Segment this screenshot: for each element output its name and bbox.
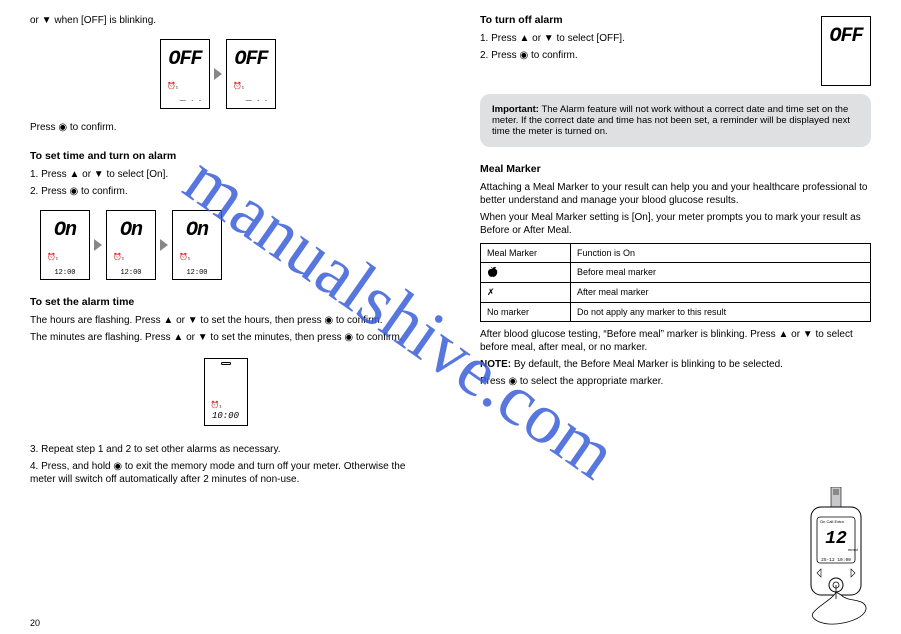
lcd-dots: — - - [246, 98, 269, 104]
step3-confirm: Press ◉ to confirm. [30, 121, 421, 134]
lcd-row-off: OFF ⏰₁ — - - OFF ⏰₁ — - - [160, 39, 421, 109]
lcd-off-2-value: OFF [231, 48, 271, 71]
lcd-on-3-time: 12:00 [173, 269, 221, 277]
tall-lcd: ⏰₁ 10:00 [204, 358, 248, 426]
alarm-time-step4: 4. Press, and hold ◉ to exit the memory … [30, 460, 421, 486]
page-right: To turn off alarm 1. Press ▲ or ▼ to sel… [450, 0, 901, 634]
important-callout: Important: The Alarm feature will not wo… [480, 94, 871, 147]
arrow-icon [214, 68, 222, 80]
note-body: By default, the Before Meal Marker is bl… [514, 359, 783, 370]
lcd-icon-group: ⏰₁ [113, 253, 124, 261]
set-time-on-step1: 1. Press ▲ or ▼ to select [On]. [30, 168, 421, 181]
lcd-on-1: On ⏰₁ 12:00 [40, 210, 90, 280]
alarm-time-step3: 3. Repeat step 1 and 2 to set other alar… [30, 443, 421, 456]
lcd-on-3-value: On [177, 219, 217, 242]
cell-r2c2: Before meal marker [571, 263, 871, 283]
lcd-on-2-time: 12:00 [107, 269, 155, 277]
cell-r2c1 [481, 263, 571, 283]
lcd-row-on: On ⏰₁ 12:00 On ⏰₁ 12:00 On ⏰₁ 12:00 [40, 210, 421, 280]
lcd-icon-group: ⏰₁ [233, 82, 244, 90]
meter-reading: 12 [825, 529, 847, 549]
cell-r3c2: After meal marker [571, 283, 871, 303]
lcd-icon-group: ⏰₁ [179, 253, 190, 261]
cell-r1c2: Function is On [571, 244, 871, 263]
arrow-icon [160, 239, 168, 251]
page-left: or ▼ when [OFF] is blinking. OFF ⏰₁ — - … [0, 0, 451, 634]
meter-datetime: 25-12 10:00 [821, 557, 851, 563]
page-number-left: 20 [30, 618, 40, 628]
turn-off-step1: 1. Press ▲ or ▼ to select [OFF]. [480, 32, 807, 45]
lcd-icon-group: ⏰₁ [211, 401, 222, 409]
cell-r3c1: ✗ [481, 283, 571, 303]
tall-lcd-wrap: ⏰₁ 10:00 [30, 358, 421, 429]
table-row: Meal Marker Function is On [481, 244, 871, 263]
table-row: No marker Do not apply any marker to thi… [481, 303, 871, 322]
meter-svg: On Call Extra 12 mmol 25-12 10:00 [793, 487, 879, 627]
lcd-on-2-value: On [111, 219, 151, 242]
lcd-on-1-value: On [45, 219, 85, 242]
table-row: ✗ After meal marker [481, 283, 871, 303]
alarm-time-p2: The minutes are flashing. Press ▲ or ▼ t… [30, 331, 421, 344]
lcd-on-2: On ⏰₁ 12:00 [106, 210, 156, 280]
cell-r4c1: No marker [481, 303, 571, 322]
set-time-on-step2: 2. Press ◉ to confirm. [30, 185, 421, 198]
note: NOTE: By default, the Before Meal Marker… [480, 358, 871, 371]
callout-heading: Important: [492, 104, 539, 115]
step1-text: or ▼ when [OFF] is blinking. [30, 14, 421, 27]
lcd-on-3: On ⏰₁ 12:00 [172, 210, 222, 280]
heading-set-alarm-time: To set the alarm time [30, 296, 421, 308]
meal-marker-p4: Press ◉ to select the appropriate marker… [480, 375, 871, 388]
hand-icon [812, 592, 866, 624]
note-heading: NOTE: [480, 359, 511, 370]
apple-icon [487, 267, 498, 277]
svg-text:mmol: mmol [848, 547, 858, 552]
meter-illustration: On Call Extra 12 mmol 25-12 10:00 [793, 487, 879, 630]
tall-lcd-time: 10:00 [205, 411, 247, 421]
meal-marker-table: Meal Marker Function is On Before meal m… [480, 243, 871, 322]
meter-brand: On Call Extra [820, 519, 845, 524]
callout-body: The Alarm feature will not work without … [492, 104, 850, 137]
heading-set-time-on: To set time and turn on alarm [30, 150, 421, 162]
heading-meal-marker: Meal Marker [480, 163, 871, 175]
alarm-time-p1: The hours are flashing. Press ▲ or ▼ to … [30, 314, 421, 327]
meal-marker-p3: After blood glucose testing, “Before mea… [480, 328, 871, 354]
lcd-off-2: OFF ⏰₁ — - - [226, 39, 276, 109]
lcd-off-right: OFF [821, 16, 871, 86]
arrow-icon [94, 239, 102, 251]
cell-r1c1: Meal Marker [481, 244, 571, 263]
apple-core-icon: ✗ [487, 287, 495, 297]
lcd-slot [221, 362, 231, 365]
lcd-on-1-time: 12:00 [41, 269, 89, 277]
lcd-icon-group: ⏰₁ [167, 82, 178, 90]
turn-off-step2: 2. Press ◉ to confirm. [480, 49, 807, 62]
meal-marker-p1: Attaching a Meal Marker to your result c… [480, 181, 871, 207]
lcd-off-1-value: OFF [165, 48, 205, 71]
lcd-off-right-value: OFF [826, 25, 866, 48]
table-row: Before meal marker [481, 263, 871, 283]
lcd-off-1: OFF ⏰₁ — - - [160, 39, 210, 109]
cell-r4c2: Do not apply any marker to this result [571, 303, 871, 322]
heading-turn-off-alarm: To turn off alarm [480, 14, 807, 26]
meal-marker-p2: When your Meal Marker setting is [On], y… [480, 211, 871, 237]
lcd-dots: — - - [180, 98, 203, 104]
lcd-icon-group: ⏰₁ [47, 253, 58, 261]
